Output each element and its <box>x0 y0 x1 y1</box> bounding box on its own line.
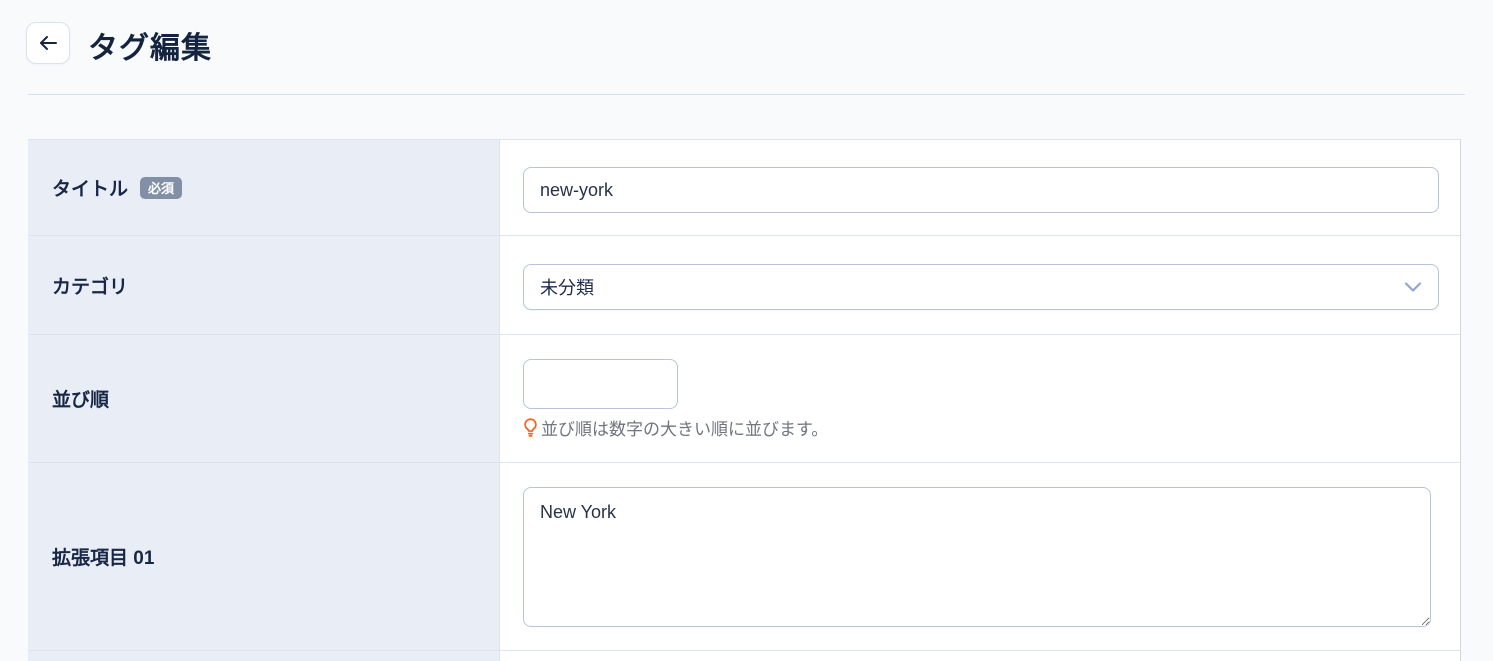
chevron-down-icon <box>1404 282 1422 293</box>
header-divider <box>28 94 1465 95</box>
category-label-cell: カテゴリ <box>28 236 500 334</box>
category-select[interactable]: 未分類 <box>523 264 1439 310</box>
form-row-partial <box>28 651 1460 661</box>
sort-order-label: 並び順 <box>52 385 109 412</box>
title-label-cell: タイトル 必須 <box>28 140 500 235</box>
title-content-cell <box>500 140 1460 235</box>
form-row-category: カテゴリ 未分類 <box>28 236 1460 335</box>
category-select-value: 未分類 <box>540 274 594 300</box>
extension-01-textarea[interactable]: New York <box>523 487 1431 627</box>
arrow-left-icon <box>38 35 58 51</box>
partial-label-cell <box>28 651 500 661</box>
form-row-sort-order: 並び順 並び順は数字の大きい順に並びます。 <box>28 335 1460 463</box>
partial-content-cell <box>500 651 1460 661</box>
tag-edit-form: タイトル 必須 カテゴリ 未分類 並び順 <box>28 139 1461 661</box>
sort-order-input[interactable] <box>523 359 678 409</box>
form-row-title: タイトル 必須 <box>28 140 1460 236</box>
lightbulb-icon <box>523 418 538 437</box>
title-input[interactable] <box>523 167 1439 213</box>
back-button[interactable] <box>26 22 70 64</box>
sort-order-hint-text: 並び順は数字の大きい順に並びます。 <box>541 415 828 440</box>
title-label: タイトル <box>52 174 128 201</box>
form-row-extension-01: 拡張項目 01 New York <box>28 463 1460 651</box>
extension-01-label-cell: 拡張項目 01 <box>28 463 500 650</box>
page-title: タグ編集 <box>88 23 212 67</box>
sort-order-hint: 並び順は数字の大きい順に並びます。 <box>523 415 828 440</box>
extension-01-label: 拡張項目 01 <box>52 543 154 570</box>
required-badge: 必須 <box>140 177 182 199</box>
extension-01-content-cell: New York <box>500 463 1460 650</box>
category-content-cell: 未分類 <box>500 236 1460 334</box>
sort-order-content-cell: 並び順は数字の大きい順に並びます。 <box>500 335 1460 462</box>
sort-order-label-cell: 並び順 <box>28 335 500 462</box>
category-label: カテゴリ <box>52 272 128 299</box>
